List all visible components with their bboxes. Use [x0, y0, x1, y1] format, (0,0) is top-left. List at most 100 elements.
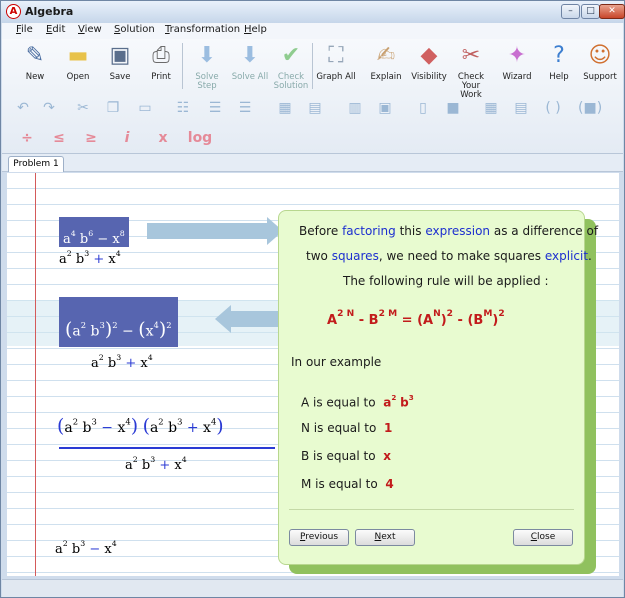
expression-result[interactable]: a2 b3 − x4 — [55, 539, 117, 557]
check-solution-icon: ✔ — [281, 43, 301, 68]
solve-step-arrow-icon: ⬇ — [197, 43, 217, 68]
toolbar-button-support-person[interactable]: ☺ Support — [579, 41, 621, 91]
explanation-rule-intro: The following rule will be applied : — [343, 274, 549, 288]
toolbar-button-graph[interactable]: ⛶ Graph All — [315, 41, 357, 91]
toolbar-button-wizard-wand[interactable]: ✦ Wizard — [496, 41, 538, 91]
toolbar-button-check-solution[interactable]: ✔ Check Solution — [270, 41, 312, 91]
toolbar-button-visibility[interactable]: ◆ Visibility — [408, 41, 450, 91]
close-panel-button[interactable]: Close — [513, 529, 573, 546]
menu-solution[interactable]: Solution — [114, 24, 155, 35]
margin-line — [35, 173, 36, 576]
toolbar-label: Help — [549, 72, 569, 82]
toolbar-label: Graph All — [316, 72, 356, 82]
toolbar-separator — [182, 43, 183, 89]
toolbar-label: Open — [66, 72, 90, 82]
toolbar-button-explain[interactable]: ✍ Explain — [365, 41, 407, 91]
next-button[interactable]: Next — [355, 529, 415, 546]
toolbar-label: Support — [583, 72, 617, 82]
rule-formula: A2 N - B2 M = (AN)2 - (BM)2 — [327, 309, 505, 329]
toolbar-label: Save — [109, 72, 131, 82]
new-document-icon: ✎ — [25, 43, 45, 68]
expression-squares-selected[interactable]: (a2 b3)2 − (x4)2 — [59, 297, 178, 347]
toolbar-button-save-disk[interactable]: ▣ Save — [99, 41, 141, 91]
toolbar-button-help[interactable]: ? Help — [538, 41, 580, 91]
toolbar-label: Explain — [370, 72, 402, 82]
paste-icon[interactable]: ▭ — [134, 97, 156, 119]
copy-icon[interactable]: ❐ — [102, 97, 124, 119]
expression-numerator-selected[interactable]: a4 b6 − x8 — [59, 217, 129, 247]
toolbar-label: Solve All — [231, 72, 269, 82]
support-person-icon: ☺ — [588, 43, 612, 68]
visibility-icon: ◆ — [420, 43, 438, 68]
redo-icon[interactable]: ↷ — [38, 97, 60, 119]
explanation-line-2: two squares, we need to make squares exp… — [306, 249, 592, 263]
menu-edit[interactable]: Edit — [46, 24, 65, 35]
column-insert-icon[interactable]: ▥ — [344, 97, 366, 119]
maximize-button[interactable]: □ — [581, 4, 600, 19]
toolbar-button-print[interactable]: ⎙ Print — [140, 41, 182, 91]
toolbar-label: Visibility — [411, 72, 447, 82]
save-disk-icon: ▣ — [109, 43, 131, 68]
box-icon[interactable]: ■ — [442, 97, 464, 119]
explain-icon: ✍ — [376, 43, 396, 68]
row-insert-icon[interactable]: ▤ — [304, 97, 326, 119]
m-equals-row: M is equal to 4 — [301, 477, 394, 491]
solve-all-arrow-icon: ⬇ — [240, 43, 260, 68]
expression-denominator: a2 b3 + x4 — [59, 249, 121, 268]
menu-file[interactable]: File — [16, 24, 33, 35]
toolbar-button-new-document[interactable]: ✎ New — [14, 41, 56, 91]
log-icon[interactable]: log — [182, 127, 218, 149]
toolbar-label: Wizard — [502, 72, 532, 82]
title-bar[interactable]: A Algebra – □ ✕ — [1, 1, 625, 23]
app-logo-icon: A — [6, 4, 21, 19]
tab-problem-1[interactable]: Problem 1 — [8, 156, 64, 172]
cut-icon[interactable]: ✂ — [72, 97, 94, 119]
align-center-icon[interactable]: ☰ — [204, 97, 226, 119]
italic-i-icon[interactable]: i — [116, 127, 138, 149]
fraction-box-icon[interactable]: ▣ — [374, 97, 396, 119]
tab-strip: Problem 1 — [2, 154, 623, 172]
previous-button[interactable]: Previous — [289, 529, 349, 546]
fraction-bar — [59, 447, 275, 449]
divide-icon[interactable]: ÷ — [16, 127, 38, 149]
wizard-wand-icon: ✦ — [507, 43, 527, 68]
window-title: Algebra — [25, 5, 74, 18]
undo-icon[interactable]: ↶ — [12, 97, 34, 119]
a-equals-row: A is equal to a2 b3 — [301, 393, 414, 410]
print-icon: ⎙ — [152, 43, 170, 68]
menu-view[interactable]: View — [78, 24, 102, 35]
expression-denominator: a2 b3 + x4 — [125, 455, 187, 474]
panel-divider — [289, 509, 574, 510]
check-your-work-icon: ✂ — [461, 43, 481, 68]
table-icon[interactable]: ▤ — [510, 97, 532, 119]
open-folder-icon: ▬ — [67, 43, 89, 68]
toolbar-button-check-your-work[interactable]: ✂ Check Your Work — [450, 41, 492, 100]
b-equals-row: B is equal to x — [301, 449, 391, 463]
toolbar-label: Print — [151, 72, 171, 82]
arrow-right-icon — [147, 217, 283, 245]
grid-icon[interactable]: ▦ — [480, 97, 502, 119]
greater-equal-icon[interactable]: ≥ — [80, 127, 102, 149]
align-left-icon[interactable]: ☷ — [172, 97, 194, 119]
menu-help[interactable]: Help — [244, 24, 267, 35]
subscript-icon[interactable]: x — [152, 127, 174, 149]
explanation-panel: Before factoring this expression as a di… — [278, 210, 598, 565]
minimize-button[interactable]: – — [561, 4, 580, 19]
toolbar-button-open-folder[interactable]: ▬ Open — [57, 41, 99, 91]
parentheses-square-icon[interactable]: (■) — [578, 97, 602, 119]
expression-denominator: a2 b3 + x4 — [91, 353, 153, 372]
toolbar-button-solve-all-arrow[interactable]: ⬇ Solve All — [229, 41, 271, 91]
align-right-icon[interactable]: ☰ — [234, 97, 256, 119]
toolbar-button-solve-step-arrow[interactable]: ⬇ Solve Step — [186, 41, 228, 91]
expression-factored-numerator[interactable]: (a2 b3 − x4) (a2 b3 + x4) — [57, 415, 224, 437]
parentheses-icon[interactable]: ( ) — [542, 97, 564, 119]
left-brace-icon[interactable]: ▯ — [412, 97, 434, 119]
less-equal-icon[interactable]: ≤ — [48, 127, 70, 149]
menu-transformation[interactable]: Transformation — [165, 24, 240, 35]
toolbar-area: ✎ New ▬ Open ▣ Save ⎙ Print ⬇ Solve Step ⬇ Solve All… — [2, 39, 623, 154]
matrix-icon[interactable]: ▦ — [274, 97, 296, 119]
graph-icon: ⛶ — [328, 43, 344, 68]
close-window-button[interactable]: ✕ — [599, 4, 625, 19]
toolbar-label: Solution — [273, 81, 309, 91]
example-heading: In our example — [291, 355, 382, 369]
